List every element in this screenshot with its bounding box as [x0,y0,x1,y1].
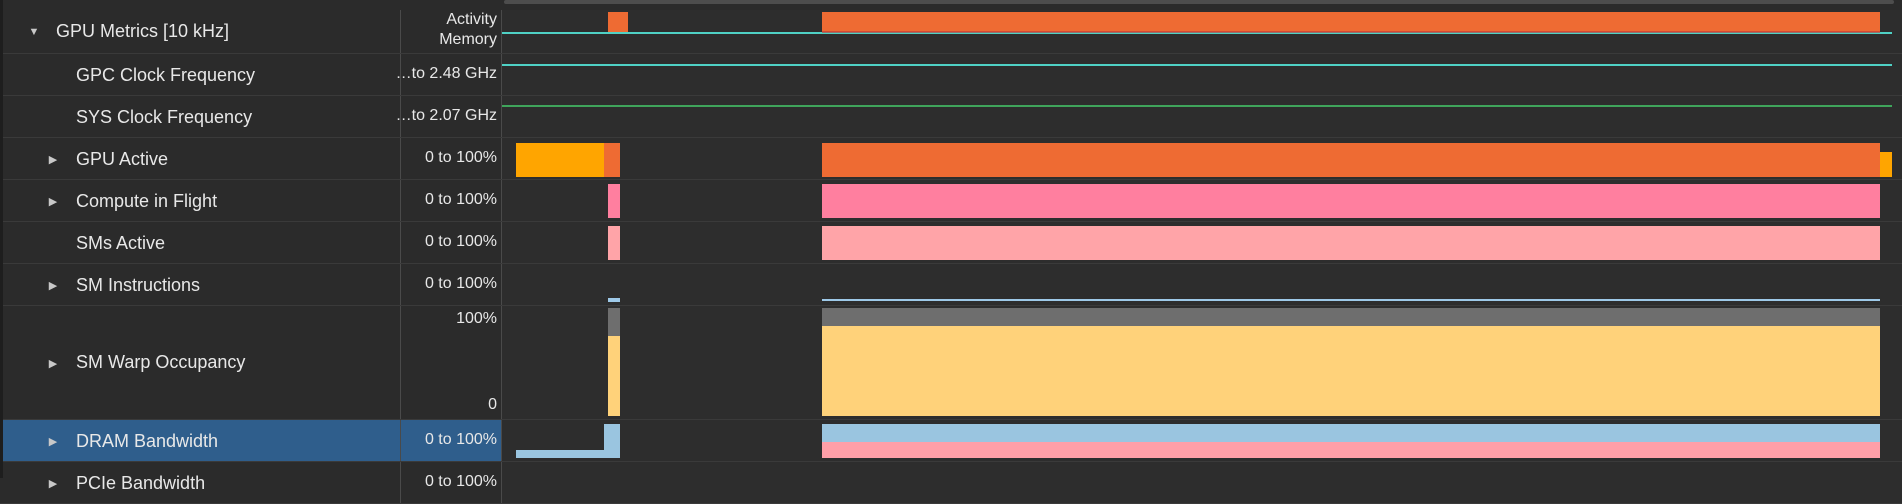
range-activity: Activity [446,11,497,28]
row-label: SMs Active [76,233,166,253]
triangle-right-icon[interactable]: ▶ [46,152,60,166]
row-range: 0 to 100% [424,149,497,166]
row-range: 0 to 100% [424,431,497,448]
warp-yellow-burst [608,336,620,416]
track-dram-bandwidth[interactable] [502,420,1902,461]
row-label: GPC Clock Frequency [76,65,256,85]
row-range-cell: 0 to 100% [401,462,502,503]
track-compute-in-flight[interactable] [502,180,1902,221]
row-range-cell: 0 to 100% [401,264,502,305]
row-name-cell: ▼ GPU Metrics [10 kHz] [0,10,401,53]
row-range-cell: 0 to 100% [401,180,502,221]
row-name-cell: ▶ SM Instructions [0,264,401,305]
row-name-cell: GPC Clock Frequency [0,54,401,95]
row-sys-clock[interactable]: SYS Clock Frequency …to 2.07 GHz [0,96,1902,138]
row-range-cell: 100% 0 [401,306,502,419]
activity-burst-1 [608,12,628,32]
left-edge [0,0,3,478]
row-dram-bandwidth[interactable]: ▶ DRAM Bandwidth 0 to 100% [0,420,1902,462]
gpu-metrics-graph [502,12,1892,34]
gpu-active-graph [516,143,1892,177]
row-name-cell: ▶ Compute in Flight [0,180,401,221]
row-name-cell: ▶ PCIe Bandwidth [0,462,401,503]
timeline-view: ▼ GPU Metrics [10 kHz] Activity Memory G… [0,0,1902,504]
gpu-active-main [822,143,1880,177]
row-label: SM Instructions [76,275,201,295]
dram-pink-main [822,442,1880,458]
dram-bandwidth-graph [516,424,1880,458]
gpu-active-tail [1880,152,1892,177]
row-name-cell: ▶ SM Warp Occupancy [0,306,401,419]
range-memory: Memory [439,31,497,48]
track-gpu-metrics[interactable] [502,10,1902,53]
row-range: 0 to 100% [424,233,497,250]
row-name-cell: SYS Clock Frequency [0,96,401,137]
dram-burst-blue [604,424,620,458]
row-label: SYS Clock Frequency [76,107,253,127]
row-range-cell: Activity Memory [401,10,502,53]
row-range: 0 to 100% [424,473,497,490]
row-name-cell: ▶ DRAM Bandwidth [0,420,401,461]
row-range: 0 to 100% [424,191,497,208]
activity-main [822,12,1880,32]
gpu-active-burst [604,143,620,177]
sm-instr-burst [608,298,620,302]
compute-burst [608,184,620,218]
track-sm-instructions[interactable] [502,264,1902,305]
sys-clock-graph [502,105,1892,107]
dram-small-blue [516,450,604,458]
memory-red-ticks [822,31,1880,33]
row-range-cell: …to 2.07 GHz [396,96,502,137]
row-gpc-clock[interactable]: GPC Clock Frequency …to 2.48 GHz [0,54,1902,96]
range-bottom: 0 [488,396,497,413]
row-sm-warp-occupancy[interactable]: ▶ SM Warp Occupancy 100% 0 [0,306,1902,420]
sm-warp-occupancy-graph [608,308,1880,416]
track-gpc-clock[interactable] [502,54,1902,95]
track-sys-clock[interactable] [502,96,1902,137]
row-label: Compute in Flight [76,191,218,211]
row-range-cell: 0 to 100% [401,138,502,179]
sms-active-graph [608,226,1880,260]
row-gpu-metrics[interactable]: ▼ GPU Metrics [10 kHz] Activity Memory [0,10,1902,54]
track-sms-active[interactable] [502,222,1902,263]
row-gpu-active[interactable]: ▶ GPU Active 0 to 100% [0,138,1902,180]
row-range-cell: …to 2.48 GHz [396,54,502,95]
row-sms-active[interactable]: SMs Active 0 to 100% [0,222,1902,264]
row-label: GPU Active [76,149,169,169]
row-sm-instructions[interactable]: ▶ SM Instructions 0 to 100% [0,264,1902,306]
row-label: GPU Metrics [10 kHz] [56,21,230,41]
sm-instructions-graph [608,298,1880,302]
triangle-right-icon[interactable]: ▶ [46,278,60,292]
row-pcie-bandwidth[interactable]: ▶ PCIe Bandwidth 0 to 100% [0,462,1902,504]
row-range: …to 2.48 GHz [395,65,497,82]
row-compute-in-flight[interactable]: ▶ Compute in Flight 0 to 100% [0,180,1902,222]
gpu-active-yellow-block [516,143,604,177]
triangle-right-icon[interactable]: ▶ [46,356,60,370]
triangle-down-icon[interactable]: ▼ [27,25,41,39]
row-name-cell: ▶ GPU Active [0,138,401,179]
gpc-clock-graph [502,64,1892,66]
row-label: SM Warp Occupancy [76,352,246,372]
triangle-right-icon[interactable]: ▶ [46,476,60,490]
row-range: …to 2.07 GHz [395,107,497,124]
horizontal-scrollbar[interactable] [504,0,1894,4]
row-label: DRAM Bandwidth [76,431,219,451]
sm-instr-main [822,299,1880,301]
row-range-cell: 0 to 100% [401,222,502,263]
row-range-cell: 0 to 100% [401,420,502,461]
compute-in-flight-graph [608,184,1880,218]
range-top: 100% [456,310,497,327]
track-sm-warp-occupancy[interactable] [502,306,1902,419]
track-pcie-bandwidth[interactable] [502,462,1902,503]
sms-main [822,226,1880,260]
track-gpu-active[interactable] [502,138,1902,179]
warp-yellow-main [822,326,1880,416]
sms-burst [608,226,620,260]
compute-main [822,184,1880,218]
row-label: PCIe Bandwidth [76,473,206,493]
row-name-cell: SMs Active [0,222,401,263]
triangle-right-icon[interactable]: ▶ [46,434,60,448]
row-range: 0 to 100% [424,275,497,292]
triangle-right-icon[interactable]: ▶ [46,194,60,208]
